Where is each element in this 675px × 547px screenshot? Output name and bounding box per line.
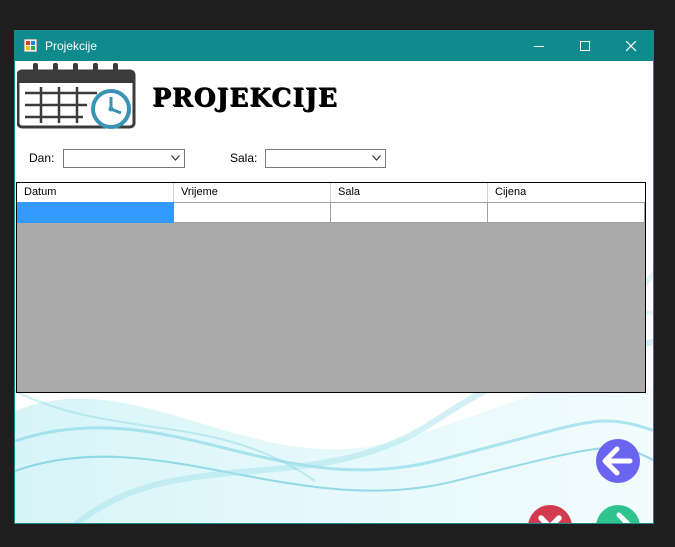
next-button[interactable] <box>595 504 641 524</box>
calendar-clock-icon <box>17 63 136 129</box>
window-title: Projekcije <box>45 39 98 53</box>
close-button[interactable] <box>609 31 653 61</box>
chevron-down-icon <box>372 155 381 161</box>
back-button[interactable] <box>595 438 641 484</box>
cell-vrijeme[interactable] <box>174 202 331 223</box>
minimize-icon <box>534 46 544 47</box>
column-header-datum[interactable]: Datum <box>17 183 174 202</box>
column-header-vrijeme[interactable]: Vrijeme <box>174 183 331 202</box>
sala-combobox[interactable] <box>265 149 386 168</box>
form-client-area: PROJEKCIJE Dan: Sala: Datum Vrijeme Sala… <box>15 61 653 524</box>
maximize-button[interactable] <box>563 31 608 61</box>
column-header-sala[interactable]: Sala <box>331 183 488 202</box>
dan-combobox[interactable] <box>63 149 185 168</box>
page-title: PROJEKCIJE <box>152 83 338 112</box>
dan-label: Dan: <box>29 151 55 165</box>
maximize-icon <box>580 41 590 51</box>
cell-cijena[interactable] <box>488 202 645 223</box>
table-row[interactable] <box>17 202 645 223</box>
chevron-down-icon <box>171 155 180 161</box>
grid-header-row: Datum Vrijeme Sala Cijena <box>17 183 645 202</box>
projekcije-window: Projekcije PROJEKCIJE Dan: Sala: Datum V… <box>14 30 654 524</box>
close-icon <box>626 41 637 52</box>
cell-sala[interactable] <box>331 202 488 223</box>
cell-datum[interactable] <box>17 202 174 223</box>
minimize-button[interactable] <box>517 31 562 61</box>
app-icon <box>24 39 37 52</box>
title-bar[interactable]: Projekcije <box>15 31 653 61</box>
cancel-button[interactable] <box>527 504 573 524</box>
projekcije-grid[interactable]: Datum Vrijeme Sala Cijena <box>16 182 646 393</box>
column-header-cijena[interactable]: Cijena <box>488 183 645 202</box>
sala-label: Sala: <box>230 151 258 165</box>
